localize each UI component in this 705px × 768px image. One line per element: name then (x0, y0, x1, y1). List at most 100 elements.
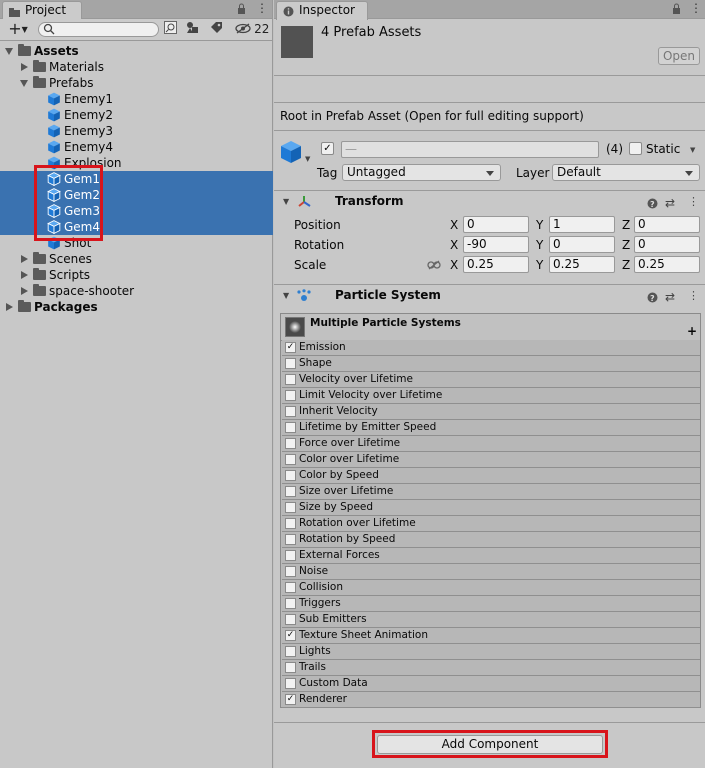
module-checkbox[interactable] (285, 598, 296, 609)
tree-folder-item[interactable]: Scenes (0, 251, 273, 267)
scale-z-field[interactable]: 0.25 (634, 256, 700, 273)
link-icon[interactable] (427, 259, 441, 273)
module-row[interactable]: ✓ Renderer (282, 692, 700, 708)
module-checkbox[interactable] (285, 646, 296, 657)
chevron-down-icon[interactable]: ▼ (690, 146, 695, 154)
filter-type-icon[interactable] (184, 21, 200, 38)
module-row[interactable]: Color over Lifetime (282, 452, 700, 468)
module-checkbox[interactable] (285, 502, 296, 513)
transform-header[interactable]: ▼ Transform ? ⇄ ⋮ (274, 190, 705, 211)
tree-prefab-item[interactable]: Enemy3 (0, 123, 273, 139)
expanded-arrow-icon[interactable] (20, 80, 28, 87)
module-row[interactable]: Collision (282, 580, 700, 596)
static-checkbox[interactable] (629, 142, 642, 155)
collapsed-arrow-icon[interactable] (21, 271, 28, 279)
module-checkbox[interactable] (285, 374, 296, 385)
search-by-type-icon[interactable] (162, 21, 178, 38)
module-row[interactable]: Limit Velocity over Lifetime (282, 388, 700, 404)
help-icon[interactable]: ? (647, 195, 658, 216)
tree-folder-item[interactable]: Scripts (0, 267, 273, 283)
module-row[interactable]: Sub Emitters (282, 612, 700, 628)
tree-prefab-item[interactable]: Enemy2 (0, 107, 273, 123)
layer-dropdown[interactable]: Default (552, 164, 700, 181)
settings-icon[interactable]: ⇄ (665, 193, 675, 214)
module-row[interactable]: Shape (282, 356, 700, 372)
module-row[interactable]: ✓ Emission (282, 340, 700, 356)
module-checkbox[interactable]: ✓ (285, 694, 296, 705)
module-checkbox[interactable] (285, 406, 296, 417)
chevron-down-icon[interactable]: ▼ (305, 155, 310, 163)
module-checkbox[interactable] (285, 390, 296, 401)
module-checkbox[interactable] (285, 422, 296, 433)
module-row[interactable]: Size over Lifetime (282, 484, 700, 500)
module-row[interactable]: Color by Speed (282, 468, 700, 484)
module-row[interactable]: Custom Data (282, 676, 700, 692)
scale-x-field[interactable]: 0.25 (463, 256, 529, 273)
position-x-field[interactable]: 0 (463, 216, 529, 233)
collapsed-arrow-icon[interactable] (21, 63, 28, 71)
module-row[interactable]: Trails (282, 660, 700, 676)
menu-icon[interactable]: ⋮ (690, 1, 702, 15)
menu-icon[interactable]: ⋮ (256, 1, 268, 15)
tree-folder-item[interactable]: Materials (0, 59, 273, 75)
collapsed-arrow-icon[interactable] (6, 303, 13, 311)
module-row[interactable]: Rotation over Lifetime (282, 516, 700, 532)
more-icon[interactable]: ⋮ (688, 285, 699, 306)
module-row[interactable]: Noise (282, 564, 700, 580)
expanded-arrow-icon[interactable] (5, 48, 13, 55)
collapsed-arrow-icon[interactable] (21, 287, 28, 295)
tree-folder-item[interactable]: Packages (0, 299, 273, 315)
add-button[interactable]: +▼ (4, 21, 32, 38)
lock-icon[interactable] (237, 3, 246, 17)
more-icon[interactable]: ⋮ (688, 191, 699, 212)
module-checkbox[interactable]: ✓ (285, 342, 296, 353)
help-icon[interactable]: ? (647, 289, 658, 310)
module-checkbox[interactable] (285, 358, 296, 369)
module-checkbox[interactable] (285, 662, 296, 673)
module-row[interactable]: Force over Lifetime (282, 436, 700, 452)
filter-label-icon[interactable] (208, 21, 224, 38)
collapsed-arrow-icon[interactable] (21, 255, 28, 263)
rotation-y-field[interactable]: 0 (549, 236, 615, 253)
lock-icon[interactable] (672, 3, 681, 17)
tree-folder-item[interactable]: Assets (0, 43, 273, 59)
module-checkbox[interactable] (285, 438, 296, 449)
tree-folder-item[interactable]: Prefabs (0, 75, 273, 91)
open-button[interactable]: Open (658, 47, 700, 65)
position-z-field[interactable]: 0 (634, 216, 700, 233)
tab-project[interactable]: Project (2, 1, 82, 20)
module-row[interactable]: Lifetime by Emitter Speed (282, 420, 700, 436)
module-row[interactable]: Triggers (282, 596, 700, 612)
settings-icon[interactable]: ⇄ (665, 287, 675, 308)
module-row[interactable]: Size by Speed (282, 500, 700, 516)
tree-folder-item[interactable]: space-shooter (0, 283, 273, 299)
tree-prefab-item[interactable]: Enemy1 (0, 91, 273, 107)
module-row[interactable]: ✓ Texture Sheet Animation (282, 628, 700, 644)
position-y-field[interactable]: 1 (549, 216, 615, 233)
module-row[interactable]: Rotation by Speed (282, 532, 700, 548)
tag-dropdown[interactable]: Untagged (342, 164, 501, 181)
scale-y-field[interactable]: 0.25 (549, 256, 615, 273)
name-field[interactable]: — (341, 141, 599, 158)
module-checkbox[interactable] (285, 614, 296, 625)
module-row[interactable]: Velocity over Lifetime (282, 372, 700, 388)
module-row[interactable]: Lights (282, 644, 700, 660)
module-checkbox[interactable] (285, 470, 296, 481)
module-checkbox[interactable] (285, 454, 296, 465)
active-checkbox[interactable]: ✓ (321, 142, 334, 155)
module-checkbox[interactable] (285, 486, 296, 497)
tab-inspector[interactable]: Inspector (276, 1, 368, 20)
multiple-systems-header[interactable]: Multiple Particle Systems + (281, 314, 700, 341)
module-row[interactable]: External Forces (282, 548, 700, 564)
search-input[interactable] (38, 22, 159, 37)
particle-system-header[interactable]: ▼ Particle System ? ⇄ ⋮ (274, 284, 705, 305)
module-row[interactable]: Inherit Velocity (282, 404, 700, 420)
module-checkbox[interactable] (285, 582, 296, 593)
module-checkbox[interactable] (285, 678, 296, 689)
module-checkbox[interactable] (285, 534, 296, 545)
tree-prefab-item[interactable]: Enemy4 (0, 139, 273, 155)
add-module-button[interactable]: + (687, 324, 697, 338)
module-checkbox[interactable] (285, 566, 296, 577)
module-checkbox[interactable] (285, 550, 296, 561)
rotation-z-field[interactable]: 0 (634, 236, 700, 253)
